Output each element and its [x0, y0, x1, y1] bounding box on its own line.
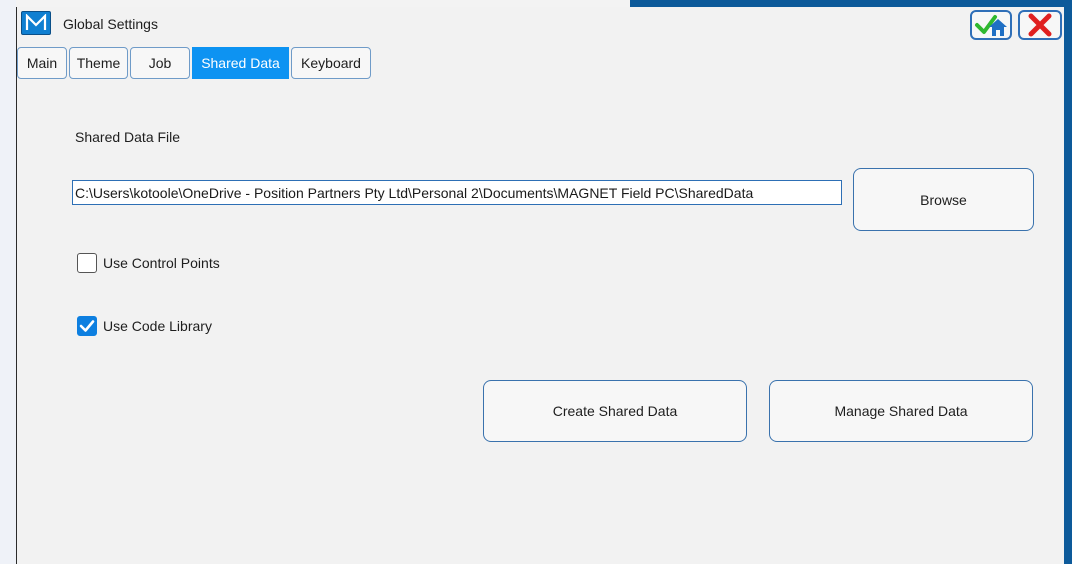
browse-button[interactable]: Browse: [853, 168, 1034, 231]
use-control-points-row[interactable]: Use Control Points: [77, 253, 220, 273]
window-title: Global Settings: [63, 16, 158, 32]
tab-shared-data[interactable]: Shared Data: [192, 47, 289, 79]
shared-data-file-input[interactable]: [72, 180, 842, 205]
desktop-background-left: [0, 0, 16, 564]
manage-shared-data-button[interactable]: Manage Shared Data: [769, 380, 1033, 442]
tab-job[interactable]: Job: [130, 47, 190, 79]
tab-keyboard[interactable]: Keyboard: [291, 47, 371, 79]
use-code-library-checkbox[interactable]: [77, 316, 97, 336]
tab-theme[interactable]: Theme: [69, 47, 128, 79]
close-button[interactable]: [1018, 10, 1062, 40]
use-control-points-checkbox[interactable]: [77, 253, 97, 273]
use-code-library-row[interactable]: Use Code Library: [77, 316, 212, 336]
app-logo-icon: [21, 11, 51, 35]
tab-main[interactable]: Main: [17, 47, 67, 79]
ok-home-button[interactable]: [970, 10, 1012, 40]
desktop-background-top: [630, 0, 1072, 7]
close-icon: [1028, 13, 1052, 37]
settings-tabbar: Main Theme Job Shared Data Keyboard: [17, 47, 373, 79]
checkmark-icon: [79, 320, 95, 332]
check-home-icon: [975, 15, 1007, 36]
create-shared-data-button[interactable]: Create Shared Data: [483, 380, 747, 442]
global-settings-window: Global Settings Main Theme Job Shared Da…: [16, 7, 1064, 564]
m-logo-glyph: [25, 14, 47, 30]
use-code-library-label: Use Code Library: [103, 318, 212, 334]
use-control-points-label: Use Control Points: [103, 255, 220, 271]
desktop-background-right: [1064, 0, 1072, 564]
shared-data-file-label: Shared Data File: [75, 129, 181, 145]
